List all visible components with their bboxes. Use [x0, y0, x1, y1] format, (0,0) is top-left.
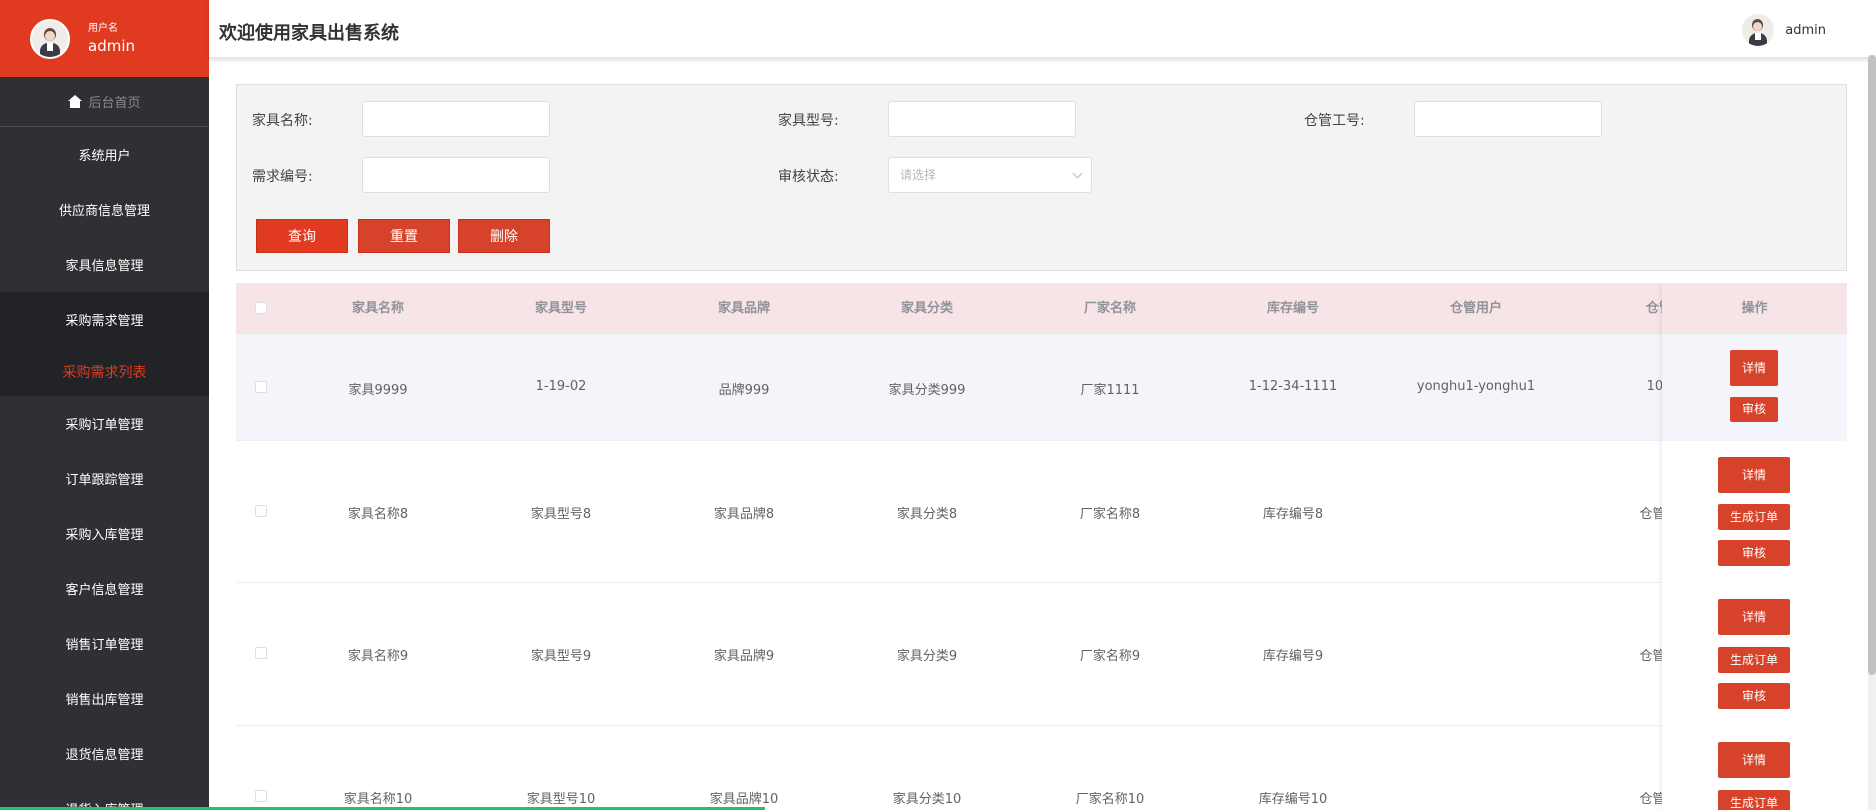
model-input[interactable] [888, 101, 1076, 137]
cell-stock: 库存编号8 [1262, 507, 1324, 522]
sidebar-subitem-demand-list[interactable]: 采购需求列表 [0, 347, 209, 396]
review-button[interactable]: 审核 [1730, 397, 1778, 422]
col-operations: 操作 [1662, 283, 1847, 334]
name-input[interactable] [362, 101, 550, 137]
cell-name: 家具名称10 [343, 792, 413, 807]
vertical-scrollbar[interactable] [1868, 55, 1876, 810]
sidebar-item-sales-outbound[interactable]: 销售出库管理 [0, 671, 209, 726]
sidebar-item-purchase-inbound[interactable]: 采购入库管理 [0, 506, 209, 561]
keeper-label: 仓管工号: [1304, 113, 1365, 129]
cell-maker: 厂家1111 [1080, 383, 1140, 398]
top-header: 欢迎使用家具出售系统 admin [209, 0, 1876, 58]
row-checkbox[interactable] [255, 381, 267, 393]
col-keeper: 仓管用户 [1449, 301, 1502, 316]
sidebar: 用户名 admin 后台首页 系统用户 供应商信息管理 家具信息管理 采购需求管… [0, 0, 209, 810]
page-title: 欢迎使用家具出售系统 [219, 23, 399, 44]
keeper-input[interactable] [1414, 101, 1602, 137]
detail-button[interactable]: 详情 [1718, 599, 1790, 635]
sidebar-item-purchase-demand[interactable]: 采购需求管理 [0, 292, 209, 347]
avatar [30, 18, 70, 59]
col-model: 家具型号 [534, 301, 587, 316]
table-row: 家具名称10 家具型号10 家具品牌10 家具分类10 厂家名称10 库存编号1… [236, 726, 1847, 810]
sidebar-home-label: 后台首页 [88, 96, 141, 111]
cell-name: 家具名称9 [347, 649, 409, 664]
demand-label: 需求编号: [252, 169, 313, 185]
cell-model: 家具型号9 [530, 649, 592, 664]
delete-button[interactable]: 删除 [458, 219, 550, 253]
generate-order-button[interactable]: 生成订单 [1718, 790, 1790, 810]
cell-model: 1-19-02 [535, 379, 587, 394]
cell-category: 家具分类9 [896, 649, 958, 664]
detail-button[interactable]: 详情 [1730, 350, 1778, 386]
cell-maker: 厂家名称9 [1079, 649, 1141, 664]
sidebar-item-supplier[interactable]: 供应商信息管理 [0, 182, 209, 237]
cell-maker: 厂家名称8 [1079, 507, 1141, 522]
status-label: 审核状态: [778, 169, 839, 185]
operations-column: 操作 详情 审核 详情 生成订单 审核 详情 生成订单 审核 详情 生成订单 [1662, 283, 1847, 810]
query-button[interactable]: 查询 [256, 219, 348, 253]
generate-order-button[interactable]: 生成订单 [1718, 647, 1790, 673]
cell-brand: 品牌999 [718, 383, 770, 398]
home-icon [68, 95, 83, 108]
profile-name: admin [88, 36, 135, 55]
col-category: 家具分类 [900, 301, 953, 316]
review-button[interactable]: 审核 [1718, 683, 1790, 709]
status-select[interactable]: 请选择 [888, 157, 1092, 193]
status-placeholder: 请选择 [900, 168, 937, 182]
demand-input[interactable] [362, 157, 550, 193]
col-stock: 库存编号 [1266, 301, 1319, 316]
cell-brand: 家具品牌10 [709, 792, 779, 807]
row-checkbox[interactable] [255, 647, 267, 659]
sidebar-item-customer[interactable]: 客户信息管理 [0, 561, 209, 616]
cell-brand: 家具品牌9 [713, 649, 775, 664]
sidebar-item-home[interactable]: 后台首页 [0, 77, 209, 127]
sidebar-item-sales-order[interactable]: 销售订单管理 [0, 616, 209, 671]
row-checkbox[interactable] [255, 505, 267, 517]
table-header: 家具名称 家具型号 家具品牌 家具分类 厂家名称 库存编号 仓管用户 仓管 [236, 283, 1847, 334]
reset-button[interactable]: 重置 [358, 219, 450, 253]
cell-stock: 库存编号10 [1258, 792, 1328, 807]
sidebar-item-order-tracking[interactable]: 订单跟踪管理 [0, 451, 209, 506]
table-row: 家具9999 1-19-02 品牌999 家具分类999 厂家1111 1-12… [236, 334, 1847, 441]
cell-name: 家具9999 [348, 383, 408, 398]
sidebar-item-furniture[interactable]: 家具信息管理 [0, 237, 209, 292]
data-table: 家具名称 家具型号 家具品牌 家具分类 厂家名称 库存编号 仓管用户 仓管 家具… [236, 283, 1847, 810]
header-username: admin [1785, 22, 1826, 38]
cell-stock: 1-12-34-1111 [1248, 379, 1338, 394]
scrollbar-thumb[interactable] [1868, 55, 1876, 675]
sidebar-item-purchase-order[interactable]: 采购订单管理 [0, 396, 209, 451]
generate-order-button[interactable]: 生成订单 [1718, 504, 1790, 530]
col-maker: 厂家名称 [1083, 301, 1136, 316]
cell-brand: 家具品牌8 [713, 507, 775, 522]
profile-panel: 用户名 admin [0, 0, 209, 77]
sidebar-item-return-inbound[interactable]: 退货入库管理 [0, 781, 209, 810]
detail-button[interactable]: 详情 [1718, 457, 1790, 493]
col-name: 家具名称 [351, 301, 404, 316]
sidebar-item-system-users[interactable]: 系统用户 [0, 127, 209, 182]
cell-model: 家具型号10 [526, 792, 596, 807]
col-brand: 家具品牌 [717, 301, 770, 316]
row-checkbox[interactable] [255, 790, 267, 802]
detail-button[interactable]: 详情 [1718, 742, 1790, 778]
header-avatar [1741, 13, 1776, 47]
cell-stock: 库存编号9 [1262, 649, 1324, 664]
cell-category: 家具分类8 [896, 507, 958, 522]
search-panel: 家具名称: 家具型号: 仓管工号: 需求编号: 审核状态: 请选择 查询 重置 … [236, 84, 1847, 271]
select-all-checkbox[interactable] [255, 302, 267, 314]
cell-category: 家具分类999 [888, 383, 966, 398]
review-button[interactable]: 审核 [1718, 540, 1790, 566]
cell-name: 家具名称8 [347, 507, 409, 522]
cell-keeper: yonghu1-yonghu1 [1416, 379, 1536, 394]
table-row: 家具名称9 家具型号9 家具品牌9 家具分类9 厂家名称9 库存编号9 仓管工 [236, 583, 1847, 726]
header-user-menu[interactable]: admin [1741, 13, 1826, 47]
sidebar-item-return-info[interactable]: 退货信息管理 [0, 726, 209, 781]
cell-maker: 厂家名称10 [1075, 792, 1145, 807]
cell-model: 家具型号8 [530, 507, 592, 522]
chevron-down-icon [1072, 168, 1083, 179]
cell-category: 家具分类10 [892, 792, 962, 807]
table-row: 家具名称8 家具型号8 家具品牌8 家具分类8 厂家名称8 库存编号8 仓管工 [236, 441, 1847, 583]
profile-label: 用户名 [88, 22, 118, 34]
name-label: 家具名称: [252, 113, 313, 129]
model-label: 家具型号: [778, 113, 839, 129]
